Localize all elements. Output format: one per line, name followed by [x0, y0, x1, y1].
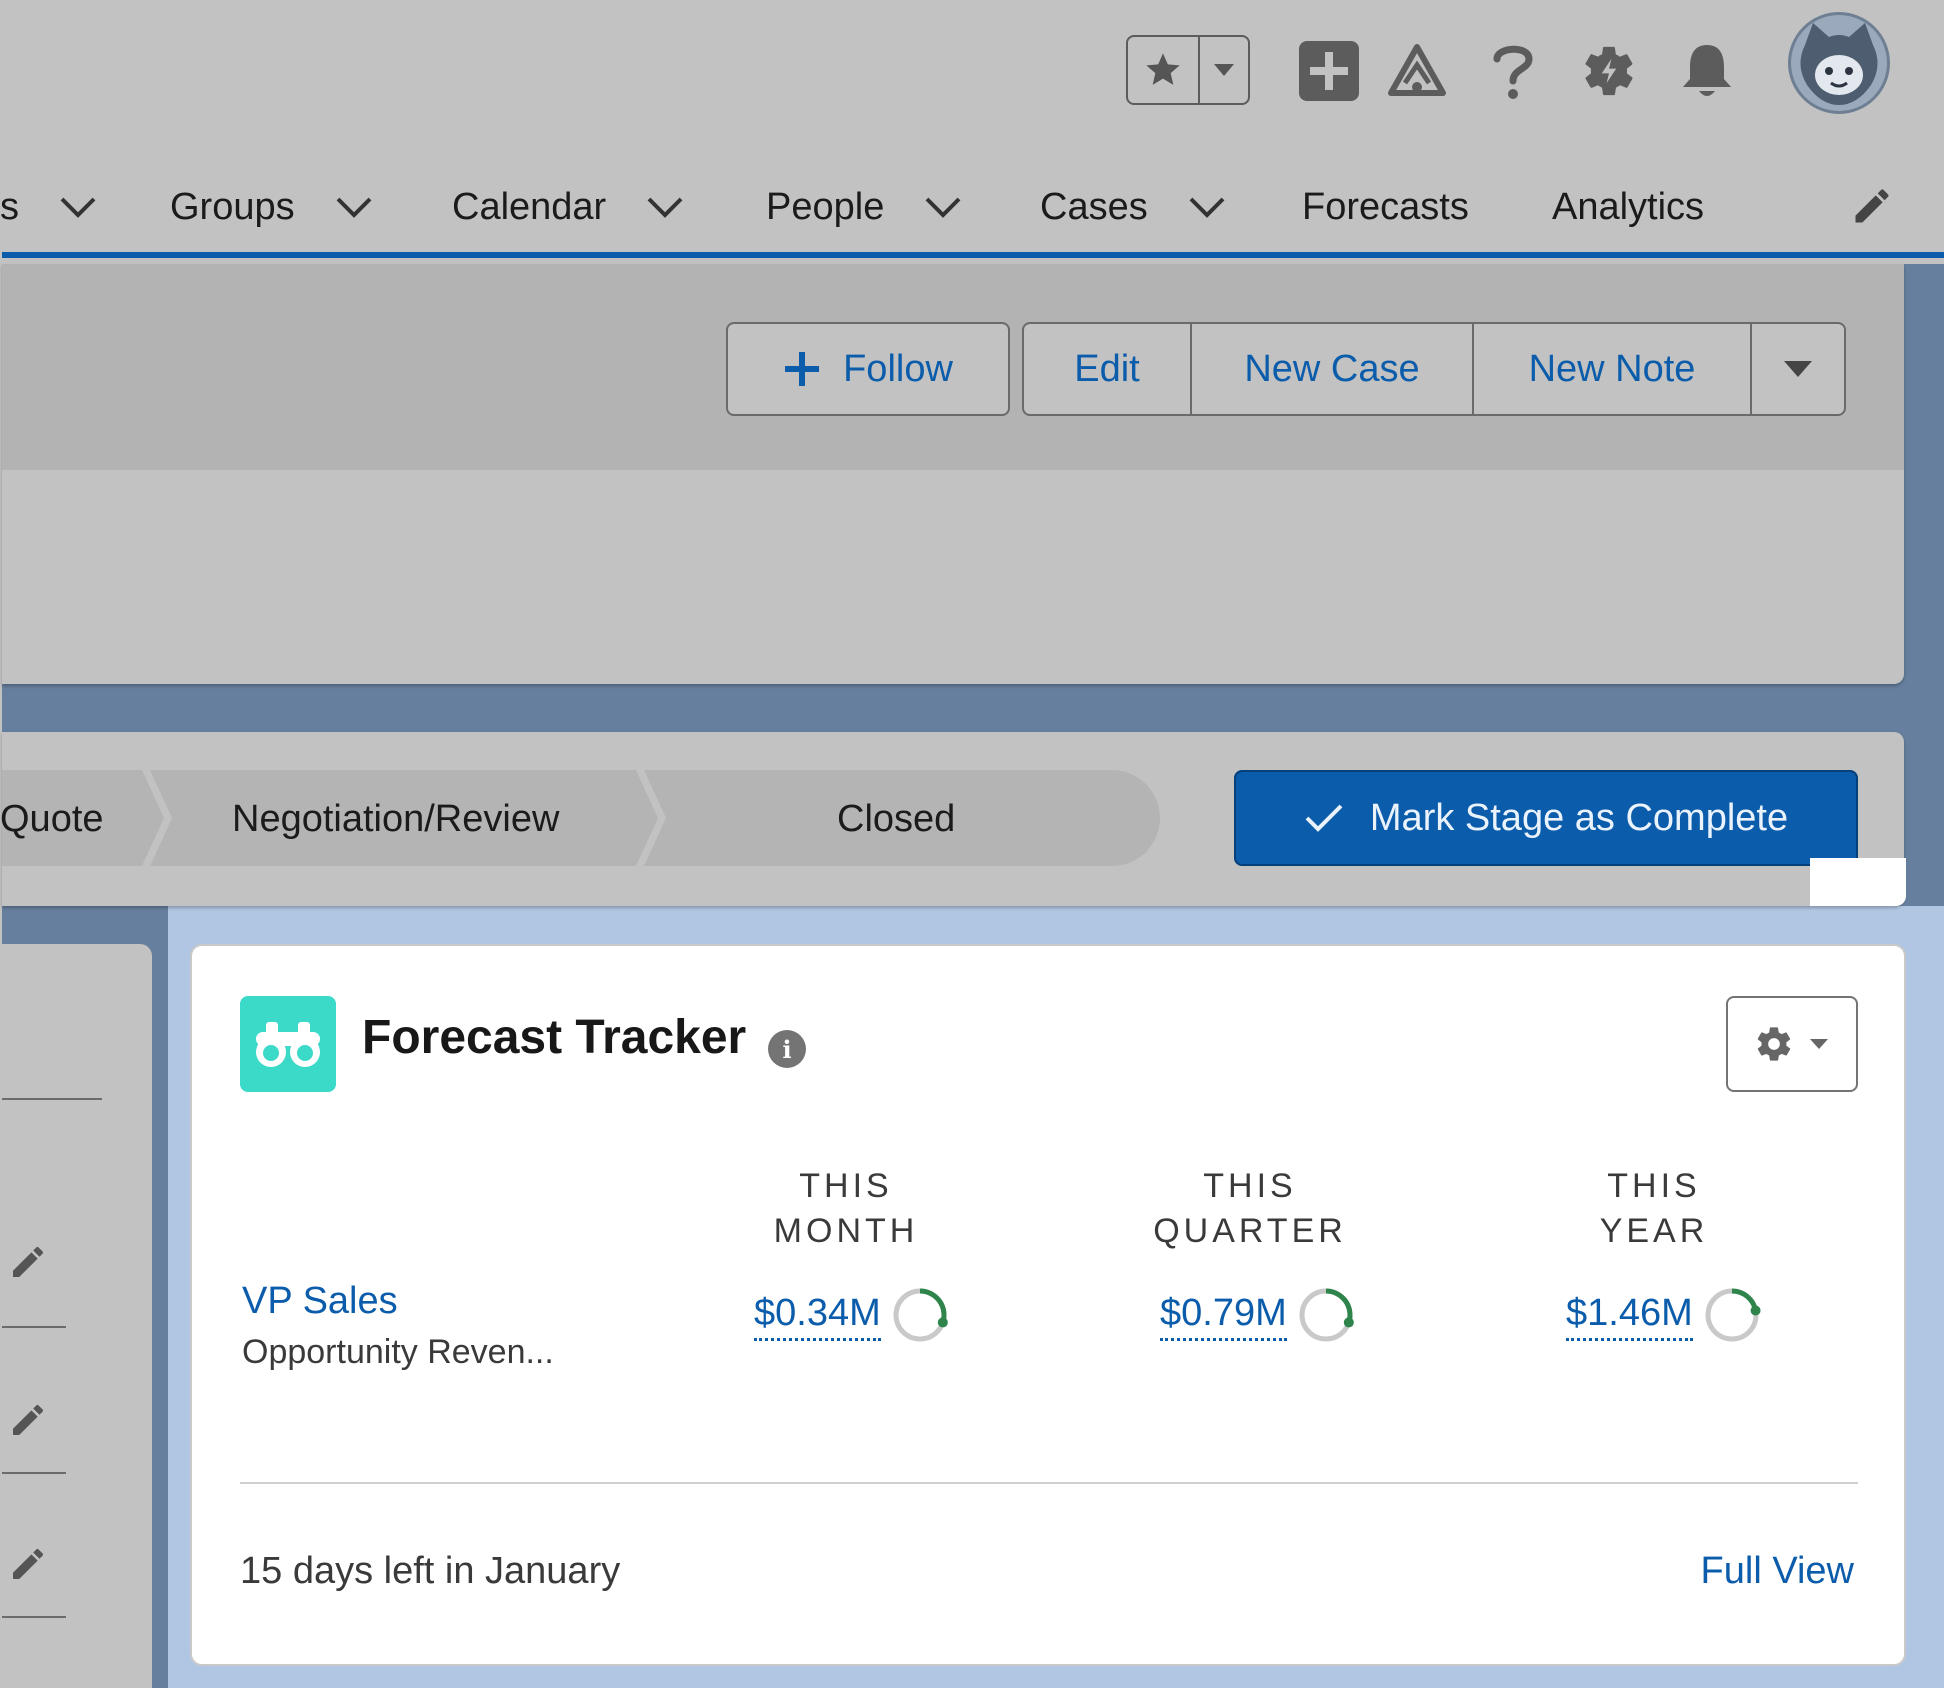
progress-ring-end-dot — [1750, 1305, 1761, 1316]
nav-item-label: People — [766, 185, 885, 228]
setup-gear-icon[interactable] — [1576, 38, 1642, 104]
chevron-down-icon[interactable] — [924, 196, 962, 218]
progress-ring-end-dot — [1343, 1317, 1354, 1328]
period-header-line: MONTH — [773, 1212, 919, 1250]
divider — [2, 1472, 66, 1474]
forecast-value-month: $0.34M — [754, 1286, 949, 1344]
period-header-line: THIS — [799, 1167, 893, 1205]
chevron-down-icon — [1784, 361, 1812, 377]
help-icon[interactable] — [1480, 38, 1546, 104]
checkmark-icon — [1305, 804, 1343, 832]
period-header-line: YEAR — [1599, 1212, 1709, 1250]
path-stage-quote[interactable]: Quote — [0, 792, 104, 846]
add-icon — [785, 352, 820, 386]
period-header-line: THIS — [1607, 1167, 1701, 1205]
follow-button[interactable]: Follow — [726, 322, 1010, 416]
path-stage-shapes — [2, 770, 1160, 866]
path-stage-negotiation-review[interactable]: Negotiation/Review — [232, 792, 559, 846]
nav-item-label: Groups — [170, 185, 295, 228]
user-avatar[interactable] — [1788, 12, 1890, 114]
chevron-down-icon[interactable] — [646, 196, 684, 218]
progress-ring-icon — [1299, 1288, 1354, 1342]
more-actions-button[interactable] — [1752, 324, 1844, 414]
nav-item-label: Calendar — [452, 185, 607, 228]
record-actions-group: Edit New Case New Note — [1022, 322, 1846, 416]
progress-ring-fill — [1325, 1288, 1353, 1324]
favorites-star-icon[interactable] — [1128, 37, 1200, 103]
progress-ring-icon — [1705, 1288, 1761, 1342]
notifications-bell-icon[interactable] — [1674, 38, 1740, 104]
nav-item-label: Forecasts — [1302, 185, 1469, 228]
path-stage-closed[interactable]: Closed — [837, 792, 955, 846]
chevron-down-icon[interactable] — [1188, 196, 1226, 218]
forecast-value-quarter: $0.79M — [1160, 1286, 1355, 1344]
nav-item-people[interactable]: People — [766, 182, 962, 232]
chevron-down-icon[interactable] — [59, 196, 97, 218]
path-corner-highlight — [1810, 858, 1906, 906]
follow-label: Follow — [843, 347, 953, 390]
chevron-down-icon[interactable] — [335, 196, 373, 218]
edit-nav-pencil-icon[interactable] — [1850, 184, 1894, 233]
mark-stage-complete-button[interactable]: Mark Stage as Complete — [1234, 770, 1858, 866]
full-view-link[interactable]: Full View — [1701, 1550, 1854, 1593]
edit-pencil-icon[interactable] — [8, 1400, 48, 1445]
edit-button[interactable]: Edit — [1024, 324, 1192, 414]
binoculars-icon — [240, 996, 336, 1092]
days-left-text: 15 days left in January — [240, 1550, 621, 1592]
forecast-owner: VP Sales Opportunity Reven... — [242, 1276, 554, 1376]
nav-item-cases[interactable]: Cases — [1040, 182, 1226, 232]
nav-item-groups[interactable]: Groups — [170, 182, 373, 232]
nav-item-analytics[interactable]: Analytics — [1552, 182, 1704, 232]
forecast-value-link[interactable]: $0.34M — [754, 1290, 881, 1341]
nav-item-label: Cases — [1040, 185, 1148, 228]
edit-pencil-icon[interactable] — [8, 1544, 48, 1589]
progress-ring-end-dot — [937, 1317, 948, 1328]
chevron-down-icon — [1810, 1039, 1828, 1049]
nav-item-partial[interactable]: s — [0, 182, 97, 232]
nav-item-forecasts[interactable]: Forecasts — [1302, 182, 1469, 232]
divider — [2, 1098, 102, 1100]
nav-item-label: Analytics — [1552, 185, 1705, 228]
global-actions-add-icon[interactable] — [1296, 38, 1362, 104]
period-header-line: QUARTER — [1153, 1212, 1347, 1250]
sales-path: Quote Negotiation/Review Closed Mark Sta… — [0, 732, 1904, 906]
nav-item-calendar[interactable]: Calendar — [452, 182, 684, 232]
progress-ring-icon — [893, 1288, 948, 1342]
trailhead-icon[interactable] — [1384, 38, 1450, 104]
period-header-year: THIS YEAR — [1524, 1164, 1784, 1254]
favorites-list-chevron-icon[interactable] — [1200, 37, 1248, 103]
card-title: Forecast Tracker — [362, 1011, 747, 1064]
divider — [2, 1616, 66, 1618]
period-header-quarter: THIS QUARTER — [1120, 1164, 1380, 1254]
app-navigation-bar: s Groups Calendar People Cases Forecasts… — [0, 130, 1944, 258]
gear-icon — [1757, 1027, 1791, 1061]
mark-stage-complete-label: Mark Stage as Complete — [1369, 796, 1789, 839]
settings-menu-button[interactable] — [1726, 996, 1858, 1092]
progress-ring-fill — [919, 1288, 947, 1324]
forecast-tracker-card: Forecast Tracker i THIS MONTH THIS QUART… — [190, 944, 1906, 1666]
global-header — [2, 0, 1944, 130]
owner-link[interactable]: VP Sales — [242, 1276, 554, 1326]
divider — [240, 1482, 1858, 1484]
forecast-metric: Opportunity Reven... — [242, 1333, 554, 1371]
new-case-button[interactable]: New Case — [1192, 324, 1474, 414]
record-header: Follow Edit New Case New Note — [2, 264, 1904, 684]
forecast-value-year: $1.46M — [1566, 1286, 1761, 1344]
divider — [2, 1326, 66, 1328]
new-note-button[interactable]: New Note — [1474, 324, 1752, 414]
nav-item-label: s — [0, 185, 19, 228]
details-panel-partial — [2, 944, 152, 1688]
forecast-value-link[interactable]: $0.79M — [1160, 1290, 1287, 1341]
info-icon[interactable]: i — [768, 1030, 806, 1068]
favorites-button[interactable] — [1126, 35, 1250, 105]
edit-pencil-icon[interactable] — [8, 1242, 48, 1287]
period-header-month: THIS MONTH — [716, 1164, 976, 1254]
forecast-value-link[interactable]: $1.46M — [1566, 1290, 1693, 1341]
period-header-line: THIS — [1203, 1167, 1297, 1205]
